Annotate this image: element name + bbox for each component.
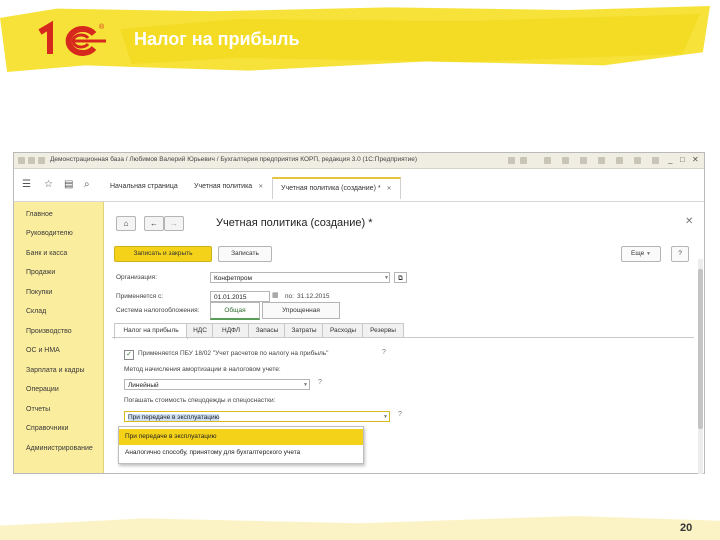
scrollbar[interactable]	[698, 259, 703, 474]
scrollbar-thumb[interactable]	[698, 269, 703, 429]
sidebar-item-catalogs[interactable]: Справочники	[26, 425, 68, 432]
tab-vat[interactable]: НДС	[186, 323, 214, 338]
repay-dropdown-list: При передаче в эксплуатацию Аналогично с…	[118, 426, 364, 464]
search-icon[interactable]: ⌕	[84, 179, 90, 190]
save-button[interactable]: Записать	[218, 246, 272, 262]
close-form-icon[interactable]: ✕	[685, 216, 693, 227]
org-field[interactable]: Конфетпром	[210, 272, 390, 283]
page-number: 20	[680, 522, 693, 534]
sidebar-item-production[interactable]: Производство	[26, 328, 72, 335]
pbu-checkbox-label: Применяется ПБУ 18/02 "Учет расчетов по …	[138, 350, 329, 357]
help-icon[interactable]: ?	[382, 349, 386, 356]
more-button[interactable]: Еще ▼	[621, 246, 661, 262]
app-logo-icon	[18, 157, 25, 164]
tab-label: Начальная страница	[110, 183, 178, 190]
back-button[interactable]: ←	[144, 216, 164, 231]
window-titlebar: Демонстрационная база / Любимов Валерий …	[14, 153, 704, 169]
repay-value: При передаче в эксплуатацию	[128, 414, 220, 421]
tab-accounting-policy[interactable]: Учетная политика ✕	[186, 177, 271, 197]
tab-income-tax[interactable]: НДФЛ	[212, 323, 250, 338]
sidebar-item-purchases[interactable]: Покупки	[26, 289, 52, 296]
close-window-icon[interactable]: ✕	[692, 155, 699, 164]
tab-costs[interactable]: Затраты	[284, 323, 324, 338]
sidebar-item-manager[interactable]: Руководителю	[26, 230, 73, 237]
chevron-down-icon: ▼	[646, 251, 651, 257]
back-icon[interactable]	[28, 157, 35, 164]
dropdown-option-on-use[interactable]: При передаче в эксплуатацию	[119, 429, 363, 445]
chevron-down-icon[interactable]: ▼	[303, 382, 308, 388]
help-button[interactable]: ?	[671, 246, 689, 262]
method-select[interactable]: Линейный	[124, 379, 310, 390]
apply-from-value: 01.01.2015	[214, 294, 247, 301]
sidebar-item-sales[interactable]: Продажи	[26, 269, 55, 276]
bell-icon[interactable]	[544, 157, 551, 164]
calendar-icon[interactable]: ▦	[272, 291, 279, 299]
sidebar-item-main[interactable]: Главное	[26, 211, 53, 218]
info-icon[interactable]	[634, 157, 641, 164]
maximize-icon[interactable]: □	[680, 155, 685, 164]
form-title: Учетная политика (создание) *	[216, 217, 373, 229]
forward-button[interactable]: →	[164, 216, 184, 231]
repay-label: Погашать стоимость спецодежды и спецосна…	[124, 397, 276, 404]
history-icon[interactable]	[562, 157, 569, 164]
open-org-button[interactable]: ⧉	[394, 272, 407, 283]
sidebar-item-bank[interactable]: Банк и касса	[26, 250, 67, 257]
hamburger-menu-icon[interactable]: ☰	[22, 179, 31, 190]
section-tabbar: ☰ ☆ ▤ ⌕ Начальная страница Учетная полит…	[14, 169, 704, 202]
close-icon[interactable]: ✕	[258, 184, 263, 190]
tax-system-general-button[interactable]: Общая	[210, 302, 260, 320]
chevron-down-icon[interactable]: ▼	[384, 275, 389, 281]
help-icon[interactable]: ?	[398, 411, 402, 418]
sidebar: Главное Руководителю Банк и касса Продаж…	[14, 202, 104, 473]
tab-stock[interactable]: Запасы	[248, 323, 286, 338]
calendar-icon[interactable]	[598, 157, 605, 164]
svg-text:®: ®	[99, 23, 105, 31]
apply-to-value: 31.12.2015	[297, 293, 330, 300]
sidebar-item-salary[interactable]: Зарплата и кадры	[26, 367, 85, 374]
forward-icon[interactable]	[38, 157, 45, 164]
apply-from-field[interactable]: 01.01.2015	[210, 291, 270, 302]
org-value: Конфетпром	[214, 275, 252, 282]
pbu-checkbox[interactable]: ✓	[124, 350, 134, 360]
star-icon[interactable]	[580, 157, 587, 164]
sidebar-item-warehouse[interactable]: Склад	[26, 308, 46, 315]
method-label: Метод начисления амортизации в налоговом…	[124, 366, 281, 373]
chevron-down-icon[interactable]: ▼	[383, 414, 388, 420]
tab-label: Учетная политика	[194, 183, 253, 190]
sidebar-item-operations[interactable]: Операции	[26, 386, 59, 393]
slide-title: Налог на прибыль	[134, 29, 300, 49]
sidebar-item-assets[interactable]: ОС и НМА	[26, 347, 60, 354]
more-label: Еще	[631, 250, 645, 257]
tab-expenses[interactable]: Расходы	[322, 323, 364, 338]
menu-icon[interactable]	[652, 157, 659, 164]
repay-select[interactable]: При передаче в эксплуатацию	[124, 411, 390, 422]
tab-label: Учетная политика (создание) *	[281, 185, 381, 192]
calculator-icon[interactable]	[616, 157, 623, 164]
minimize-icon[interactable]: _	[668, 155, 672, 164]
close-icon[interactable]: ✕	[387, 186, 392, 192]
tax-system-simplified-button[interactable]: Упрощенная	[262, 302, 340, 319]
dropdown-option-like-accounting[interactable]: Аналогично способу, принятому для бухгал…	[119, 445, 363, 461]
save-and-close-button[interactable]: Записать и закрыть	[114, 246, 212, 262]
apply-to-label: по:	[285, 293, 294, 300]
tab-start-page[interactable]: Начальная страница	[102, 177, 186, 197]
tax-system-label: Система налогообложения:	[116, 307, 200, 314]
help-icon[interactable]: ?	[318, 379, 322, 386]
sidebar-item-reports[interactable]: Отчеты	[26, 406, 50, 413]
history-icon[interactable]: ▤	[64, 179, 73, 190]
window-title: Демонстрационная база / Любимов Валерий …	[50, 156, 418, 163]
toolbar-icon[interactable]	[520, 157, 527, 164]
star-icon[interactable]: ☆	[44, 179, 53, 190]
tab-accounting-policy-create[interactable]: Учетная политика (создание) * ✕	[272, 177, 401, 199]
company-logo: ®	[38, 20, 106, 56]
org-label: Организация:	[116, 274, 158, 281]
footer-brush-stroke	[0, 516, 720, 540]
method-value: Линейный	[128, 382, 159, 389]
sidebar-item-admin[interactable]: Администрирование	[26, 445, 93, 452]
apply-label: Применяется с:	[116, 293, 164, 300]
home-button[interactable]: ⌂	[116, 216, 136, 231]
toolbar-icon[interactable]	[508, 157, 515, 164]
tab-reserves[interactable]: Резервы	[362, 323, 404, 338]
